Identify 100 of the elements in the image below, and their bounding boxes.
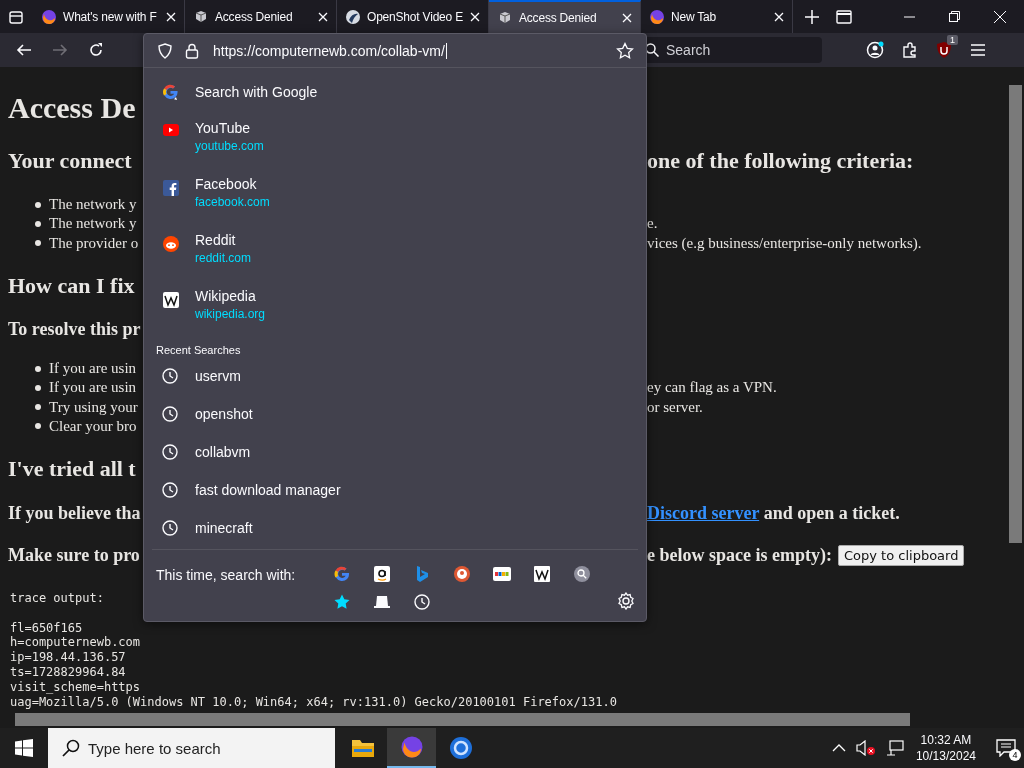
fox-globe-icon (41, 8, 57, 25)
heading-text: If you believe tha (8, 502, 141, 524)
suggestion-item[interactable]: Wikipedia wikipedia.org (144, 288, 646, 344)
list-item-text: The provider o (49, 234, 139, 252)
close-icon[interactable] (622, 12, 632, 23)
list-item-text: If you are usin (49, 360, 137, 378)
suggestion-item[interactable]: Reddit reddit.com (144, 232, 646, 288)
chevron-up-icon[interactable] (831, 744, 846, 752)
trace-line: h=computernewb.com (10, 635, 141, 651)
folder-icon (350, 738, 375, 758)
address-field[interactable]: https://computernewb.com/collab-vm/ (213, 42, 604, 59)
reload-icon[interactable] (88, 42, 104, 58)
recent-search-item[interactable]: fast download manager (144, 471, 646, 509)
fox-globe-icon (649, 8, 665, 25)
browser-tab[interactable]: Access Denied (489, 0, 641, 33)
alien-face-icon (162, 236, 180, 252)
trace-line: visit_scheme=https (10, 679, 141, 695)
recent-search-item[interactable]: openshot (144, 395, 646, 433)
speaker-icon[interactable] (855, 740, 876, 756)
close-icon[interactable] (166, 11, 176, 22)
close-icon[interactable] (318, 11, 328, 22)
suggestion-title: Search with Google (195, 84, 318, 100)
copy-button[interactable]: Copy to clipboard (837, 544, 965, 566)
suggestion-url: reddit.com (195, 251, 252, 265)
shield-icon[interactable] (936, 41, 952, 59)
search-with-label: This time, search with: (156, 566, 297, 583)
puzzle-piece-icon[interactable] (902, 42, 918, 58)
close-icon[interactable] (470, 11, 480, 22)
stacked-pages-icon (193, 8, 209, 25)
trace-line: fl=650f165 (10, 620, 83, 636)
close-icon[interactable] (994, 10, 1006, 23)
window-icon[interactable] (836, 9, 852, 24)
bullet-icon (35, 404, 41, 411)
close-icon[interactable] (774, 11, 784, 22)
trace-line: uag=Mozilla/5.0 (Windows NT 10.0; Win64; x64; rv:131.0) Gecko/20100101 Firefox/131.0 (10, 694, 617, 710)
clock-icon[interactable] (414, 594, 430, 610)
suggestion-url: facebook.com (195, 195, 270, 209)
tab-list-icon[interactable] (8, 8, 24, 25)
shield-icon[interactable] (157, 42, 173, 59)
list-item-text: Try using your (49, 398, 138, 416)
taskbar-app[interactable] (387, 728, 436, 768)
list-item-text: If you are usin (49, 379, 137, 397)
suggestion-item[interactable]: YouTube youtube.com (144, 120, 646, 176)
star-icon[interactable] (333, 593, 351, 611)
clock[interactable]: 10:32 AM 10/13/2024 (915, 732, 976, 764)
suggestion-title: Wikipedia (195, 288, 257, 304)
clock-icon (162, 482, 178, 498)
heading-text: To resolve this pr (8, 319, 141, 341)
a-letter-icon[interactable] (374, 566, 390, 582)
heading-text: Your connect (8, 148, 132, 174)
notification-icon[interactable] (996, 739, 1016, 757)
windows-logo-icon[interactable] (15, 739, 33, 757)
list-item-text: ey can flag as a VPN. (647, 379, 777, 397)
recent-search-item[interactable]: uservm (144, 357, 646, 395)
time-text: 10:32 AM (920, 732, 972, 748)
trace-line: ts=1728829964.84 (10, 665, 126, 680)
menu-icon[interactable] (970, 43, 986, 57)
back-arrow-icon[interactable] (16, 42, 32, 58)
search-icon (62, 739, 80, 757)
tab-shape-icon[interactable] (373, 595, 391, 609)
restore-icon[interactable] (949, 11, 960, 22)
new-tab-icon[interactable] (805, 9, 819, 24)
star-icon[interactable] (616, 41, 634, 60)
b-shape-icon[interactable] (415, 565, 429, 583)
network-icon[interactable] (885, 740, 904, 756)
recent-search-item[interactable]: minecraft (144, 509, 646, 547)
bullet-icon (35, 384, 41, 391)
bullet-icon (35, 240, 41, 247)
ring-icon (448, 736, 473, 760)
settings-icon[interactable] (617, 592, 635, 610)
discord-link[interactable]: Discord server (647, 502, 760, 523)
list-item-text: The network y (49, 196, 137, 214)
clock-icon (162, 520, 178, 536)
clock-icon (162, 406, 178, 422)
heading-text: I've tried all t (8, 456, 136, 483)
list-item-text: The network y (49, 215, 137, 233)
account-icon[interactable] (866, 41, 884, 59)
heading-text: How can I fix (8, 272, 135, 299)
date-text: 10/13/2024 (915, 748, 976, 764)
list-item-text: vices (e.g business/enterprise-only networks). (647, 234, 922, 252)
padlock-icon[interactable] (185, 42, 199, 59)
bullet-icon (35, 365, 41, 372)
list-item-text: Clear your bro (49, 417, 137, 435)
suggestion-title: YouTube (195, 120, 251, 136)
suggestion-url: wikipedia.org (195, 307, 266, 321)
google-icon[interactable] (333, 565, 351, 583)
minimize-icon[interactable] (904, 15, 915, 18)
play-button-icon (162, 124, 180, 136)
w-letter-icon[interactable] (534, 566, 550, 582)
trace-heading: trace output: (10, 591, 104, 606)
suggestion-item[interactable]: Search with Google (144, 75, 646, 109)
suggestion-item[interactable]: Facebook facebook.com (144, 176, 646, 232)
taskbar-search-field[interactable]: Type here to search (48, 728, 335, 768)
globe-icon (345, 8, 361, 25)
search-icon (645, 43, 659, 57)
magnifier-icon[interactable] (574, 566, 590, 582)
w-letter-icon (162, 292, 180, 308)
f-letter-icon (162, 180, 180, 196)
recent-search-item[interactable]: collabvm (144, 433, 646, 471)
bullet-icon (35, 201, 41, 208)
